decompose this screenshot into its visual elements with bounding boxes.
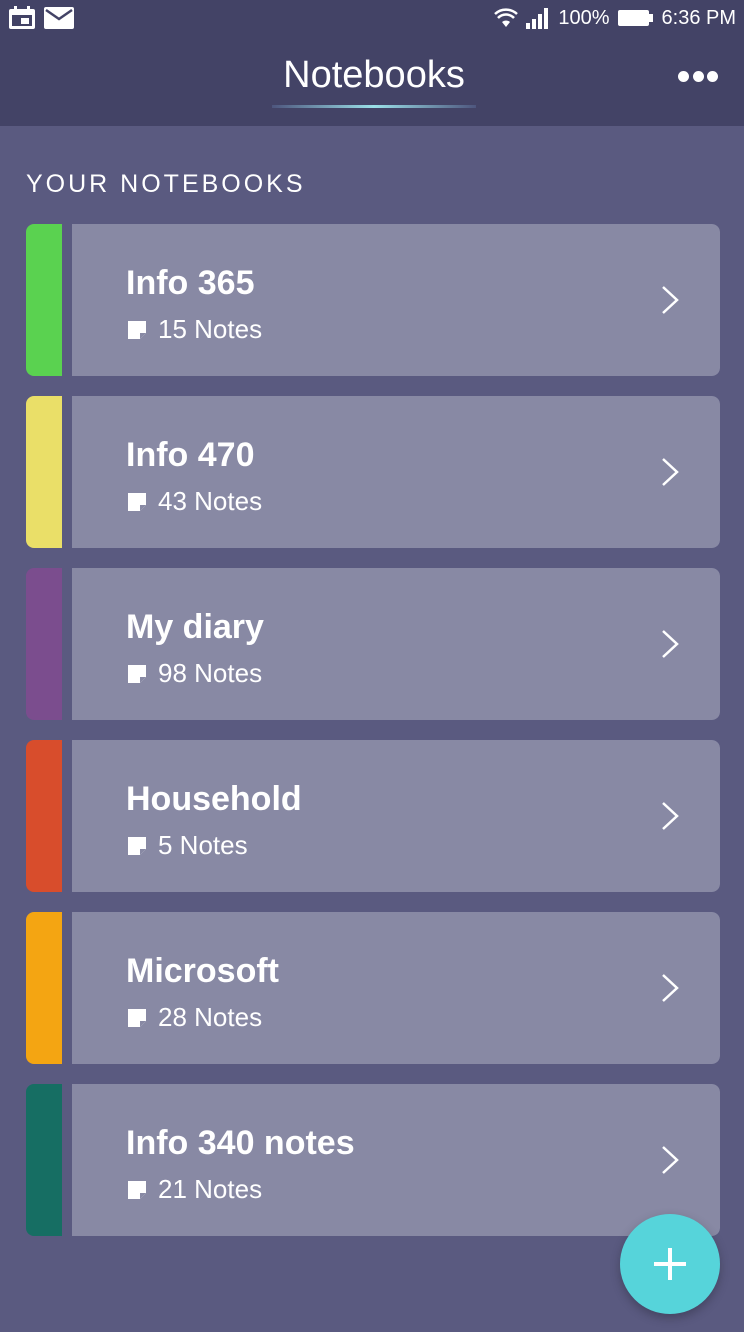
notebook-name: Microsoft — [126, 952, 279, 990]
notebook-name: Info 365 — [126, 264, 255, 302]
note-icon — [128, 320, 146, 339]
chevron-right-icon — [662, 286, 679, 314]
notebook-card[interactable]: Info 365 15 Notes — [26, 224, 720, 376]
notebook-name: Info 470 — [126, 436, 255, 474]
notebook-count-row: 28 Notes — [126, 1002, 262, 1033]
signal-icon — [526, 8, 549, 29]
notebook-card[interactable]: Microsoft 28 Notes — [26, 912, 720, 1064]
wifi-icon — [494, 8, 519, 27]
notebook-card[interactable]: My diary 98 Notes — [26, 568, 720, 720]
title-underline — [272, 105, 476, 108]
chevron-right-icon — [662, 630, 679, 658]
notebook-card-body: Info 470 43 Notes — [72, 396, 720, 548]
mail-icon — [44, 7, 74, 29]
chevron-right-icon — [662, 802, 679, 830]
notebook-card-body: Info 340 notes 21 Notes — [72, 1084, 720, 1236]
notebook-count: 15 Notes — [158, 314, 263, 344]
notebook-count: 28 Notes — [158, 1002, 263, 1032]
dot — [678, 70, 689, 82]
notebook-name: Info 340 notes — [126, 1124, 355, 1162]
notebook-color-strip — [26, 224, 62, 376]
notebook-count: 21 Notes — [158, 1174, 263, 1204]
status-bar: 100% 6:36 PM — [0, 0, 744, 36]
notebook-color-strip — [26, 1084, 62, 1236]
notebook-color-strip — [26, 396, 62, 548]
add-notebook-button[interactable] — [620, 1214, 720, 1314]
more-options-button[interactable] — [678, 64, 718, 88]
notebook-count-row: 43 Notes — [126, 486, 262, 517]
note-icon — [128, 492, 146, 511]
notebook-count: 5 Notes — [158, 830, 248, 860]
chevron-right-icon — [662, 1146, 679, 1174]
status-left — [8, 6, 74, 30]
chevron-right-icon — [662, 458, 679, 486]
notebook-card[interactable]: Info 340 notes 21 Notes — [26, 1084, 720, 1236]
notebook-count: 98 Notes — [158, 658, 263, 688]
notebook-count-row: 98 Notes — [126, 658, 262, 689]
notebook-card-body: My diary 98 Notes — [72, 568, 720, 720]
app-bar: Notebooks — [0, 36, 744, 126]
battery-icon — [617, 10, 653, 26]
notebook-count-row: 21 Notes — [126, 1174, 262, 1205]
dot — [692, 70, 704, 82]
notebook-list: Info 365 15 Notes Info 470 43 Notes My d… — [26, 224, 720, 1256]
notebook-color-strip — [26, 740, 62, 892]
page-title: Notebooks — [283, 54, 465, 96]
note-icon — [128, 1008, 146, 1027]
battery-percent: 100% — [558, 6, 610, 29]
notebook-card-body: Household 5 Notes — [72, 740, 720, 892]
notebook-color-strip — [26, 912, 62, 1064]
notebook-card[interactable]: Info 470 43 Notes — [26, 396, 720, 548]
note-icon — [128, 664, 146, 683]
title-tab: Notebooks — [272, 52, 476, 108]
notebook-name: My diary — [126, 608, 264, 646]
notebook-name: Household — [126, 780, 302, 818]
status-right: 100% 6:36 PM — [494, 7, 736, 30]
notebook-count-row: 5 Notes — [126, 830, 248, 861]
clock: 6:36 PM — [661, 6, 736, 29]
calendar-icon — [9, 6, 35, 29]
notebook-card-body: Info 365 15 Notes — [72, 224, 720, 376]
notebook-card-body: Microsoft 28 Notes — [72, 912, 720, 1064]
notebook-count-row: 15 Notes — [126, 314, 262, 345]
plus-icon — [654, 1248, 686, 1280]
section-title: YOUR NOTEBOOKS — [26, 170, 306, 198]
notebook-color-strip — [26, 568, 62, 720]
note-icon — [128, 1180, 146, 1199]
notebook-card[interactable]: Household 5 Notes — [26, 740, 720, 892]
notebook-count: 43 Notes — [158, 486, 263, 516]
chevron-right-icon — [662, 974, 679, 1002]
dot — [707, 70, 718, 82]
note-icon — [128, 836, 146, 855]
